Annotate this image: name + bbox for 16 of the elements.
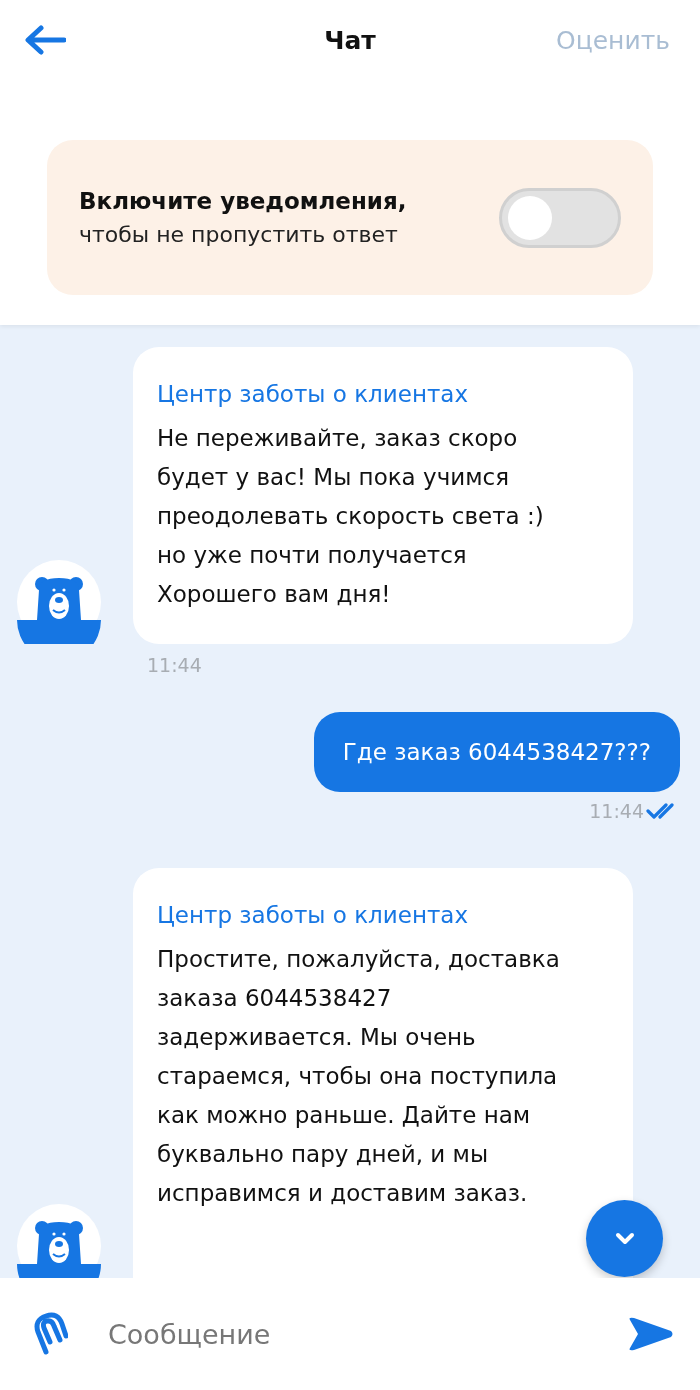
bear-avatar-icon [17,560,101,644]
message-text: Простите, пожалуйста, доставка заказа 6044538427 задерживается. Мы очень стараемся, чтобы она поступила как можно раньше. Дайте нам буквально пару дней, и мы исправимся и доставим заказ. [157,945,561,1208]
message-input[interactable]: Сообщение [106,1317,626,1351]
message-bubble: Где заказ 6044538427??? [313,712,680,792]
message-time: 11:44 [589,800,644,822]
message-text: Не переживайте, заказ скоро будет у вас! Мы пока учимся преодолевать скорость света :) но уже почти получается Хорошего вам дня! [157,424,545,609]
chevron-down-icon [614,1231,635,1246]
sender-name: Центр заботы о клиентах [157,381,470,407]
sender-name: Центр заботы о клиентах [157,902,470,928]
rate-button[interactable]: Оценить [556,25,670,55]
chat-title: Чат [323,25,377,55]
paperclip-icon[interactable] [34,1312,68,1356]
message-time: 11:44 [147,654,202,676]
back-button[interactable] [24,25,66,55]
banner-subtitle: чтобы не пропустить ответ [79,222,399,247]
banner-title: Включите уведомления, [79,188,407,214]
